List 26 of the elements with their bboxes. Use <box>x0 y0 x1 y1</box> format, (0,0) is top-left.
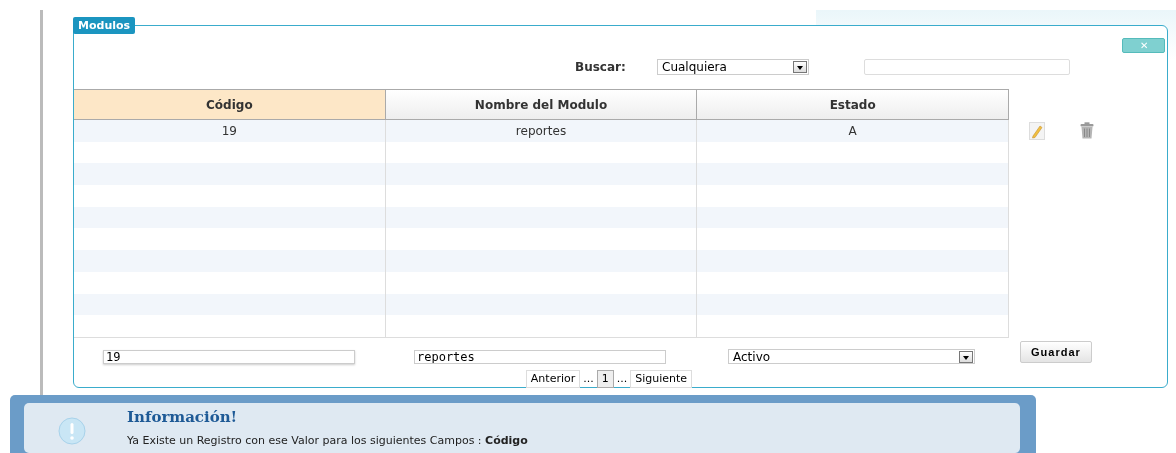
status-dropdown[interactable]: Activo <box>728 349 975 365</box>
next-page-button[interactable]: Siguiente <box>630 369 693 388</box>
save-button[interactable]: Guardar <box>1020 340 1092 363</box>
caret-icon <box>793 61 807 73</box>
search-field-dropdown[interactable]: Cualquiera <box>657 59 809 75</box>
column-header[interactable]: Estado <box>697 89 1009 120</box>
name-input[interactable]: reportes <box>414 349 666 364</box>
ellipsis: ... <box>616 372 628 386</box>
search-input[interactable] <box>864 59 1070 75</box>
column-header[interactable]: Nombre del Modulo <box>385 89 698 120</box>
previous-page-button[interactable]: Anterior <box>525 369 581 388</box>
table-cell: 19 <box>74 120 386 142</box>
search-label: Buscar: <box>575 60 627 74</box>
table-cell: A <box>697 120 1009 142</box>
page-button[interactable]: 1 <box>596 369 614 388</box>
exclamation-icon <box>57 416 87 446</box>
ellipsis: ... <box>583 372 594 386</box>
column-header[interactable]: Código <box>74 89 386 120</box>
panel-title: Modulos <box>73 17 136 34</box>
caret-icon <box>959 350 973 363</box>
trash-icon[interactable] <box>1080 122 1094 140</box>
notification-title: Información! <box>127 408 239 426</box>
notification-message: Ya Existe un Registro con ese Valor para los siguientes Campos : Código <box>127 434 528 447</box>
code-input[interactable]: 19 <box>103 349 355 364</box>
table-cell: reportes <box>385 120 698 142</box>
pencil-icon[interactable] <box>1029 121 1045 140</box>
